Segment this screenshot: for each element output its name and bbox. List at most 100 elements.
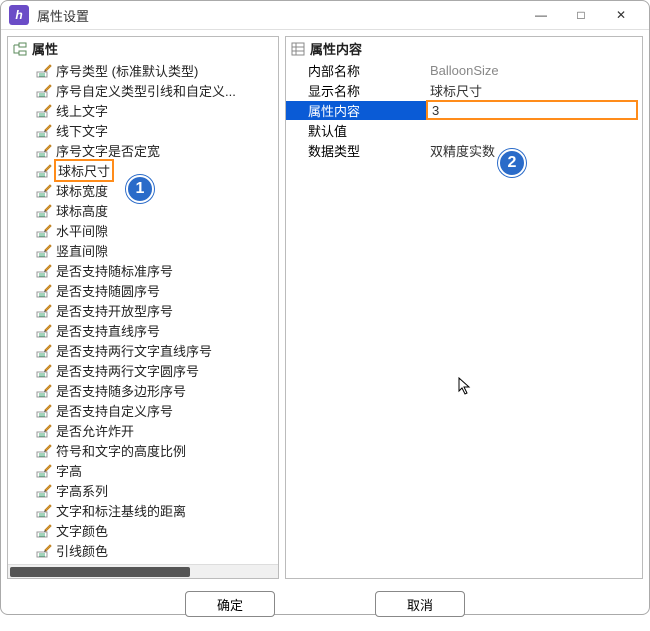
property-icon xyxy=(36,122,52,138)
property-row[interactable]: 数据类型双精度实数 xyxy=(286,140,642,160)
property-icon xyxy=(36,222,52,238)
property-key: 默认值 xyxy=(286,121,426,140)
property-value-input[interactable]: 3 xyxy=(426,100,638,120)
property-icon xyxy=(36,62,52,78)
horizontal-scrollbar[interactable] xyxy=(8,564,278,578)
property-value: 双精度实数 xyxy=(426,141,642,160)
property-icon xyxy=(36,82,52,98)
property-row[interactable]: 默认值 xyxy=(286,120,642,140)
titlebar: h 属性设置 — □ ✕ xyxy=(1,1,649,30)
tree-item-label: 序号类型 (标准默认类型) xyxy=(56,61,198,80)
tree-item[interactable]: 文字颜色 xyxy=(12,520,274,540)
app-icon: h xyxy=(9,5,29,25)
property-icon xyxy=(36,142,52,158)
tree-item-label: 是否支持两行文字圆序号 xyxy=(56,361,199,380)
property-value: 球标尺寸 xyxy=(426,81,642,100)
client-area: 属性 序号类型 (标准默认类型) 序号自定义类型引线和自定义... 线上文字 线… xyxy=(1,30,649,631)
tree-item[interactable]: 是否支持自定义序号 xyxy=(12,400,274,420)
tree-item[interactable]: 字高系列 xyxy=(12,480,274,500)
properties-tree-header: 属性 xyxy=(8,37,278,60)
tree-item[interactable]: 是否允许炸开 xyxy=(12,420,274,440)
tree-item-label: 球标高度 xyxy=(56,201,108,220)
tree-item[interactable]: 是否支持随标准序号 xyxy=(12,260,274,280)
tree-item-label: 是否支持随圆序号 xyxy=(56,281,160,300)
maximize-button[interactable]: □ xyxy=(561,1,601,29)
property-icon xyxy=(36,102,52,118)
tree-item-label: 是否支持两行文字直线序号 xyxy=(56,341,212,360)
tree-item[interactable]: 序号类型 (标准默认类型) xyxy=(12,60,274,80)
tree-item[interactable]: 线下文字 xyxy=(12,120,274,140)
property-icon xyxy=(36,402,52,418)
tree-item[interactable]: 符号和文字的高度比例 xyxy=(12,440,274,460)
property-icon xyxy=(36,262,52,278)
property-content-title: 属性内容 xyxy=(310,39,362,58)
tree-item-label: 线上文字 xyxy=(56,101,108,120)
tree-item-label: 文字和标注基线的距离 xyxy=(56,501,186,520)
annotation-badge-2: 2 xyxy=(498,149,526,177)
tree-item-label: 是否允许炸开 xyxy=(56,421,134,440)
property-icon xyxy=(36,162,52,178)
close-button[interactable]: ✕ xyxy=(601,1,641,29)
tree-item[interactable]: 是否支持直线序号 xyxy=(12,320,274,340)
tree-item-label: 文字颜色 xyxy=(56,521,108,540)
property-icon xyxy=(36,482,52,498)
tree-item-label: 是否支持开放型序号 xyxy=(56,301,173,320)
properties-tree[interactable]: 序号类型 (标准默认类型) 序号自定义类型引线和自定义... 线上文字 线下文字… xyxy=(8,60,278,564)
tree-item[interactable]: 是否支持开放型序号 xyxy=(12,300,274,320)
property-content-pane: 属性内容 内部名称BalloonSize显示名称球标尺寸属性内容3默认值数据类型… xyxy=(285,36,643,579)
annotation-badge-1: 1 xyxy=(126,175,154,203)
tree-item-label: 是否支持随多边形序号 xyxy=(56,381,186,400)
tree-item[interactable]: 序号文字是否定宽 xyxy=(12,140,274,160)
property-row[interactable]: 内部名称BalloonSize xyxy=(286,60,642,80)
tree-item[interactable]: 是否支持两行文字直线序号 xyxy=(12,340,274,360)
property-icon xyxy=(36,242,52,258)
tree-item[interactable]: 线上文字 xyxy=(12,100,274,120)
property-icon xyxy=(36,442,52,458)
tree-item[interactable]: 是否支持两行文字圆序号 xyxy=(12,360,274,380)
property-icon xyxy=(36,282,52,298)
tree-item[interactable]: 字高 xyxy=(12,460,274,480)
property-key: 显示名称 xyxy=(286,81,426,100)
property-icon xyxy=(36,382,52,398)
tree-item-label: 是否支持随标准序号 xyxy=(56,261,173,280)
properties-tree-title: 属性 xyxy=(32,39,58,58)
scrollbar-thumb[interactable] xyxy=(10,567,190,577)
tree-item[interactable]: 竖直间隙 xyxy=(12,240,274,260)
property-icon xyxy=(36,202,52,218)
tree-item-label: 竖直间隙 xyxy=(56,241,108,260)
tree-item[interactable]: 引线颜色 xyxy=(12,540,274,560)
property-icon xyxy=(36,462,52,478)
property-row[interactable]: 显示名称球标尺寸 xyxy=(286,80,642,100)
properties-tree-pane: 属性 序号类型 (标准默认类型) 序号自定义类型引线和自定义... 线上文字 线… xyxy=(7,36,279,579)
cancel-button[interactable]: 取消 xyxy=(375,591,465,617)
tree-item-label: 符号和文字的高度比例 xyxy=(56,441,186,460)
property-content-header: 属性内容 xyxy=(286,37,642,60)
tree-item[interactable]: 是否支持随多边形序号 xyxy=(12,380,274,400)
property-value: BalloonSize xyxy=(426,63,642,78)
property-row[interactable]: 属性内容3 xyxy=(286,100,642,120)
tree-item-label: 字高系列 xyxy=(56,481,108,500)
minimize-button[interactable]: — xyxy=(521,1,561,29)
tree-item-label: 引线颜色 xyxy=(56,541,108,560)
property-icon xyxy=(36,302,52,318)
tree-item[interactable]: 是否支持随圆序号 xyxy=(12,280,274,300)
tree-item-label: 球标尺寸 xyxy=(54,159,114,182)
tree-item-label: 线下文字 xyxy=(56,121,108,140)
tree-item[interactable]: 文字和标注基线的距离 xyxy=(12,500,274,520)
tree-root-icon xyxy=(12,42,28,56)
cursor-icon xyxy=(458,377,472,395)
tree-body: 序号类型 (标准默认类型) 序号自定义类型引线和自定义... 线上文字 线下文字… xyxy=(8,60,278,564)
property-icon xyxy=(36,502,52,518)
tree-item[interactable]: 序号自定义类型引线和自定义... xyxy=(12,80,274,100)
property-key: 属性内容 xyxy=(286,101,426,120)
property-icon xyxy=(36,362,52,378)
tree-item-label: 球标宽度 xyxy=(56,181,108,200)
grid-icon xyxy=(290,42,306,56)
property-key: 数据类型 xyxy=(286,141,426,160)
tree-item-label: 序号文字是否定宽 xyxy=(56,141,160,160)
tree-item[interactable]: 水平间隙 xyxy=(12,220,274,240)
tree-item-label: 字高 xyxy=(56,461,82,480)
tree-item[interactable]: 球标高度 xyxy=(12,200,274,220)
property-icon xyxy=(36,422,52,438)
ok-button[interactable]: 确定 xyxy=(185,591,275,617)
